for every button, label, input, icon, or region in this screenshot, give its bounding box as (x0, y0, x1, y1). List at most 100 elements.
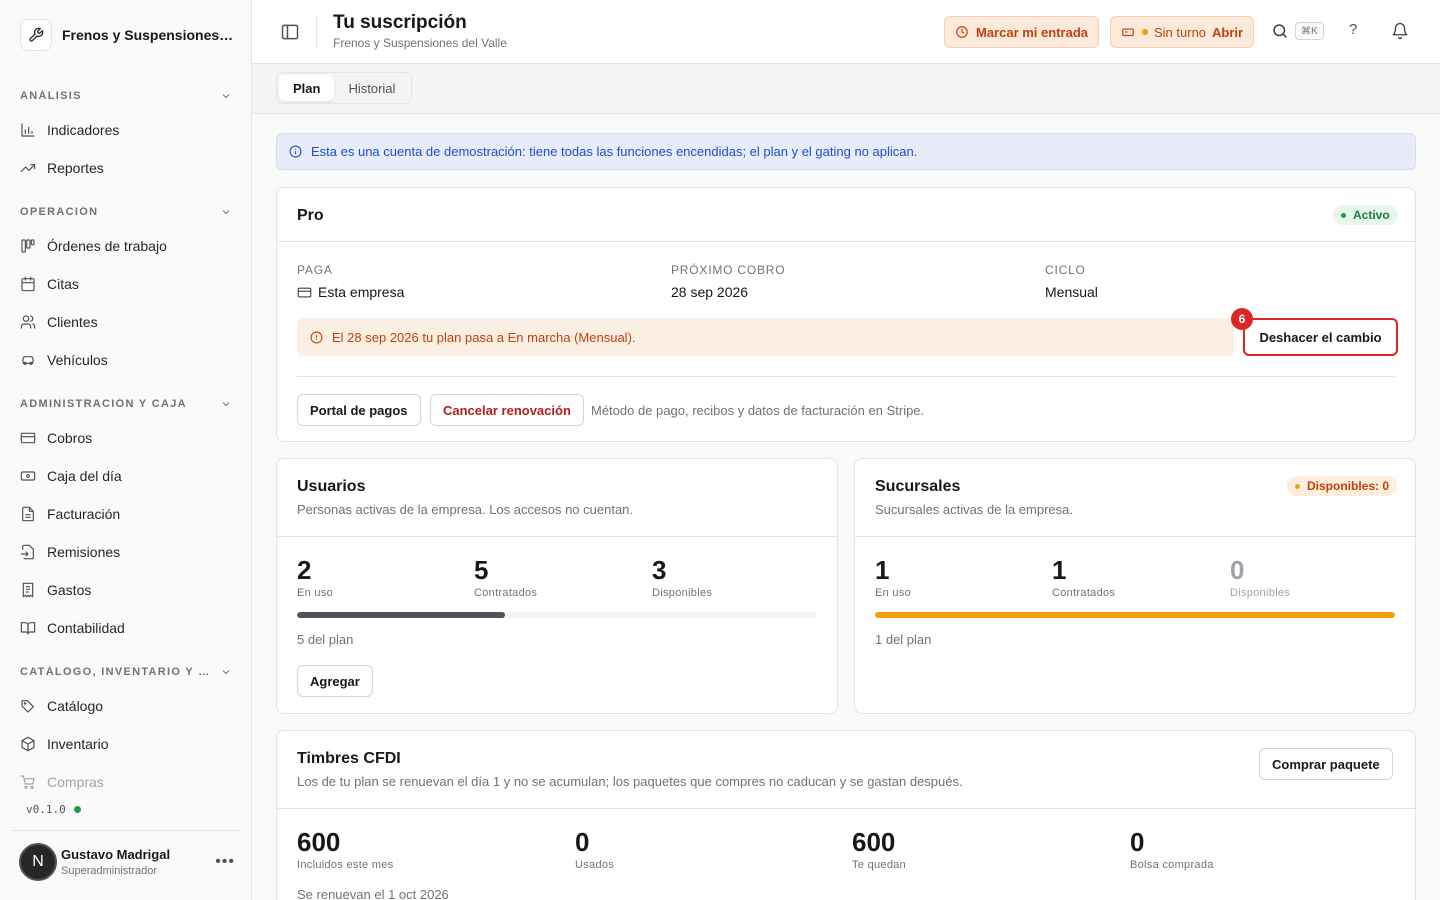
tab-bar: Plan Historial (276, 72, 413, 104)
stamps-card: Timbres CFDI Los de tu plan se renuevan … (276, 730, 1416, 900)
sidebar-item-citas[interactable]: Citas (20, 269, 232, 299)
chevron-down-icon (222, 670, 230, 675)
brand[interactable]: Frenos y Suspensiones del Valle (20, 18, 240, 52)
cycle-value: Mensual (1045, 284, 1098, 300)
more-icon[interactable]: ••• (215, 853, 235, 871)
chevron-down-icon (222, 402, 230, 407)
nav-section-catalogo[interactable]: CATÁLOGO, INVENTARIO Y COMPRAS (20, 662, 232, 682)
add-user-button[interactable]: Agregar (297, 665, 373, 697)
users-contracted-label: Contratados (474, 587, 538, 599)
sidebar-item-remisiones[interactable]: Remisiones (20, 537, 232, 567)
stamps-renew-note: Se renuevan el 1 oct 2026 (297, 887, 449, 900)
users-progress-fill (297, 612, 505, 618)
help-button[interactable]: ? (1349, 21, 1357, 38)
sidebar-item-inventario[interactable]: Inventario (20, 729, 232, 759)
branches-contracted-label: Contratados (1052, 587, 1116, 599)
sidebar-toggle-icon[interactable] (280, 22, 300, 42)
users-in-use-label: En uso (297, 587, 334, 599)
card-divider (277, 536, 837, 537)
user-role: Superadministrador (61, 865, 157, 877)
users-available: 3 (652, 555, 667, 585)
info-icon (289, 145, 302, 158)
next-charge-value: 28 sep 2026 (671, 284, 749, 300)
branches-progress-bar (875, 612, 1395, 618)
package-icon (21, 736, 35, 752)
page-subtitle: Frenos y Suspensiones del Valle (333, 36, 507, 50)
trending-up-icon (20, 164, 36, 172)
stamps-description: Los de tu plan se renuevan el día 1 y no… (297, 774, 963, 789)
sidebar-item-gastos[interactable]: Gastos (20, 575, 232, 605)
nav-section-operacion[interactable]: OPERACIÓN (20, 202, 232, 222)
brand-name: Frenos y Suspensiones del Valle (62, 27, 237, 43)
sidebar-item-indicadores[interactable]: Indicadores (20, 115, 232, 145)
stamps-remaining: 600 (852, 827, 896, 857)
branches-card: Sucursales Disponibles: 0 Sucursales act… (854, 458, 1416, 714)
user-menu[interactable]: N Gustavo Madrigal Superadministrador ••… (19, 843, 239, 881)
cancel-renewal-button[interactable]: Cancelar renovación (430, 394, 584, 426)
branches-title: Sucursales (875, 478, 961, 495)
clock-in-button[interactable]: Marcar mi entrada (944, 16, 1099, 48)
demo-notice: Esta es una cuenta de demostración: tien… (276, 133, 1416, 170)
stamps-included: 600 (297, 827, 341, 857)
register-icon (1122, 28, 1134, 37)
car-icon (22, 356, 34, 365)
plan-name: Pro (297, 207, 324, 224)
sidebar-item-contabilidad[interactable]: Contabilidad (20, 613, 232, 643)
shift-button[interactable]: Sin turno Abrir (1110, 16, 1255, 48)
payment-portal-button[interactable]: Portal de pagos (297, 394, 421, 426)
branches-contracted: 1 (1052, 555, 1067, 585)
tab-historial[interactable]: Historial (334, 75, 409, 101)
file-output-icon (20, 544, 34, 560)
chevron-down-icon (222, 94, 230, 99)
sidebar-item-caja[interactable]: Caja del día (20, 461, 232, 491)
stamps-used: 0 (575, 827, 590, 857)
buy-package-button[interactable]: Comprar paquete (1259, 748, 1393, 780)
credit-card-icon (297, 287, 312, 297)
bell-icon[interactable] (1391, 22, 1409, 40)
status-dot (73, 806, 81, 813)
alert-circle-icon (310, 331, 323, 343)
users-icon (20, 315, 36, 329)
banknote-icon (20, 471, 36, 481)
header-divider (316, 16, 317, 48)
plan-card: Pro Activo PAGA Esta empresa PRÓXIMO COB… (276, 187, 1416, 442)
payer-value: Esta empresa (297, 284, 404, 300)
users-title: Usuarios (297, 478, 366, 495)
shift-status-dot (1142, 29, 1148, 35)
clock-icon (956, 26, 968, 38)
sidebar-item-clientes[interactable]: Clientes (20, 307, 232, 337)
next-charge-label: PRÓXIMO COBRO (671, 263, 786, 277)
wrench-icon (20, 19, 52, 51)
undo-change-button[interactable]: Deshacer el cambio (1243, 318, 1398, 356)
sidebar-item-reportes[interactable]: Reportes (20, 153, 232, 183)
stamps-purchased: 0 (1130, 827, 1145, 857)
bar-chart-icon (21, 123, 35, 137)
sidebar-item-catalogo[interactable]: Catálogo (20, 691, 232, 721)
avatar: N (19, 843, 57, 881)
payer-label: PAGA (297, 263, 333, 277)
availability-badge: Disponibles: 0 (1287, 476, 1398, 496)
sidebar-item-vehiculos[interactable]: Vehículos (20, 345, 232, 375)
stamps-included-label: Incluidos este mes (297, 859, 394, 871)
search-icon[interactable] (1271, 22, 1289, 40)
kanban-icon (21, 239, 35, 253)
nav-section-administracion[interactable]: ADMINISTRACIÓN Y CAJA (20, 394, 232, 414)
card-divider (277, 241, 1415, 242)
sidebar-item-facturacion[interactable]: Facturación (20, 499, 232, 529)
cycle-label: CICLO (1045, 263, 1086, 277)
branches-description: Sucursales activas de la empresa. (875, 502, 1073, 517)
app-version: v0.1.0 (26, 803, 81, 816)
top-header: Tu suscripción Frenos y Suspensiones del… (252, 0, 1440, 64)
search-shortcut: ⌘K (1295, 22, 1324, 40)
users-progress-bar (297, 612, 817, 618)
status-badge: Activo (1333, 205, 1398, 225)
sidebar-item-cobros[interactable]: Cobros (20, 423, 232, 453)
branches-progress-fill (875, 612, 1395, 618)
sidebar-item-ordenes[interactable]: Órdenes de trabajo (20, 231, 232, 261)
sidebar-item-compras[interactable]: Compras (20, 767, 232, 797)
nav-section-analisis[interactable]: ANÁLISIS (20, 86, 232, 106)
file-text-icon (22, 506, 34, 522)
tab-plan[interactable]: Plan (279, 75, 335, 101)
step-marker: 6 (1231, 308, 1253, 330)
stamps-title: Timbres CFDI (297, 750, 401, 767)
